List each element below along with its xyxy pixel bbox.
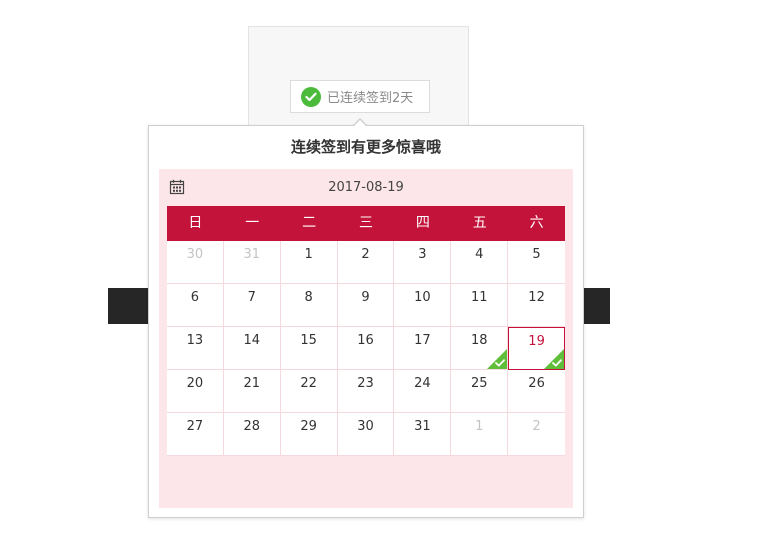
sign-in-status-button[interactable]: 已连续签到2天 [290,80,430,113]
calendar-day[interactable]: 25 [451,370,509,413]
weekday-label: 二 [302,215,317,231]
calendar-day[interactable]: 7 [223,284,281,327]
calendar-day[interactable]: 17 [394,327,452,370]
weekday-label: 三 [359,215,373,231]
day-number: 5 [532,247,541,262]
calendar-day[interactable]: 27 [167,413,224,456]
day-number: 2 [532,419,541,434]
day-number: 25 [470,376,488,391]
background-bar-left [108,288,150,324]
day-number: 18 [470,333,488,348]
day-number: 28 [243,419,261,434]
day-number: 11 [470,290,488,305]
calendar-day[interactable]: 13 [167,327,224,370]
calendar-day[interactable]: 21 [223,370,281,413]
check-icon [495,359,506,367]
calendar-day[interactable]: 18 [451,327,509,370]
calendar-day[interactable]: 30 [337,413,395,456]
popup-arrow-inner [353,120,367,127]
day-number: 22 [300,376,317,391]
day-number: 1 [475,419,484,434]
calendar-day[interactable]: 10 [394,284,452,327]
day-number: 30 [357,419,374,434]
day-number: 13 [186,333,204,348]
day-number: 24 [414,376,431,391]
calendar-day[interactable]: 1 [451,413,509,456]
weekday-label: 五 [472,215,487,231]
calendar-day[interactable]: 28 [223,413,281,456]
weekday-label: 日 [188,215,203,231]
day-number: 10 [414,290,431,305]
calendar-day[interactable]: 29 [280,413,338,456]
day-number: 20 [186,376,204,391]
check-circle-icon [301,86,321,107]
day-number: 12 [528,290,545,305]
day-number: 3 [418,247,427,262]
calendar-day[interactable]: 30 [167,241,224,284]
day-number: 8 [304,290,313,305]
calendar-day[interactable]: 8 [280,284,338,327]
sign-in-status-label: 已连续签到2天 [327,91,414,106]
day-number: 15 [300,333,317,348]
calendar-day[interactable]: 9 [337,284,395,327]
calendar-current-date: 2017-08-19 [328,180,404,195]
calendar-day[interactable]: 31 [223,241,281,284]
calendar-day[interactable]: 12 [508,284,565,327]
calendar-day[interactable]: 2 [508,413,565,456]
day-number: 2 [361,247,370,262]
calendar-day[interactable]: 23 [337,370,395,413]
calendar-day[interactable]: 16 [337,327,395,370]
page: 已连续签到2天 连续签到有更多惊喜哦 2017-08-19 日 一 二 三 四 … [0,0,757,550]
sign-in-panel: 已连续签到2天 [248,26,469,126]
calendar-day[interactable]: 1 [280,241,338,284]
sign-in-calendar-popup: 连续签到有更多惊喜哦 2017-08-19 日 一 二 三 四 五 六 30 3… [148,118,584,518]
day-number: 31 [243,247,261,262]
calendar-day[interactable]: 6 [167,284,224,327]
weekday-label: 一 [245,215,260,231]
day-number: 30 [186,247,204,262]
calendar-day[interactable]: 20 [167,370,224,413]
calendar-day[interactable]: 22 [280,370,338,413]
day-number: 29 [300,419,317,434]
calendar-day[interactable]: 31 [394,413,452,456]
day-number: 6 [190,290,200,305]
weekday-label: 六 [529,215,544,231]
calendar-day[interactable]: 15 [280,327,338,370]
calendar-day[interactable]: 5 [508,241,565,284]
calendar-day[interactable]: 14 [223,327,281,370]
day-number: 27 [186,419,204,434]
calendar-day[interactable]: 4 [451,241,509,284]
calendar-header: 2017-08-19 [159,169,573,207]
day-number: 14 [243,333,261,348]
calendar-day[interactable]: 2 [337,241,395,284]
day-number: 4 [475,247,484,262]
calendar-day[interactable]: 3 [394,241,452,284]
calendar-day[interactable]: 26 [508,370,565,413]
day-number: 1 [304,247,313,262]
calendar: 2017-08-19 日一二三四五六 30 31 1 2 3 4 5 6 7 8 9 10 11 12 13… [159,169,573,508]
day-number: 21 [243,376,261,391]
day-number: 19 [528,334,545,349]
day-number: 7 [247,290,256,305]
day-number: 16 [357,333,374,348]
calendar-day[interactable]: 11 [451,284,509,327]
check-icon [552,359,562,367]
calendar-grid: 30 31 1 2 3 4 5 6 7 8 9 10 11 12 13 14 15 16 17 18 19 20 21 22 2… [167,241,565,456]
weekday-label: 四 [415,215,430,231]
day-number: 31 [414,419,431,434]
background-bar-right [582,288,610,324]
day-number: 26 [528,376,545,391]
weekday-header: 日一二三四五六 [167,206,565,241]
calendar-day[interactable]: 24 [394,370,452,413]
day-number: 9 [361,290,370,305]
popup-title: 连续签到有更多惊喜哦 [290,138,441,156]
day-number: 23 [357,376,374,391]
day-number: 17 [414,333,431,348]
calendar-day-today[interactable]: 19 [508,327,565,370]
